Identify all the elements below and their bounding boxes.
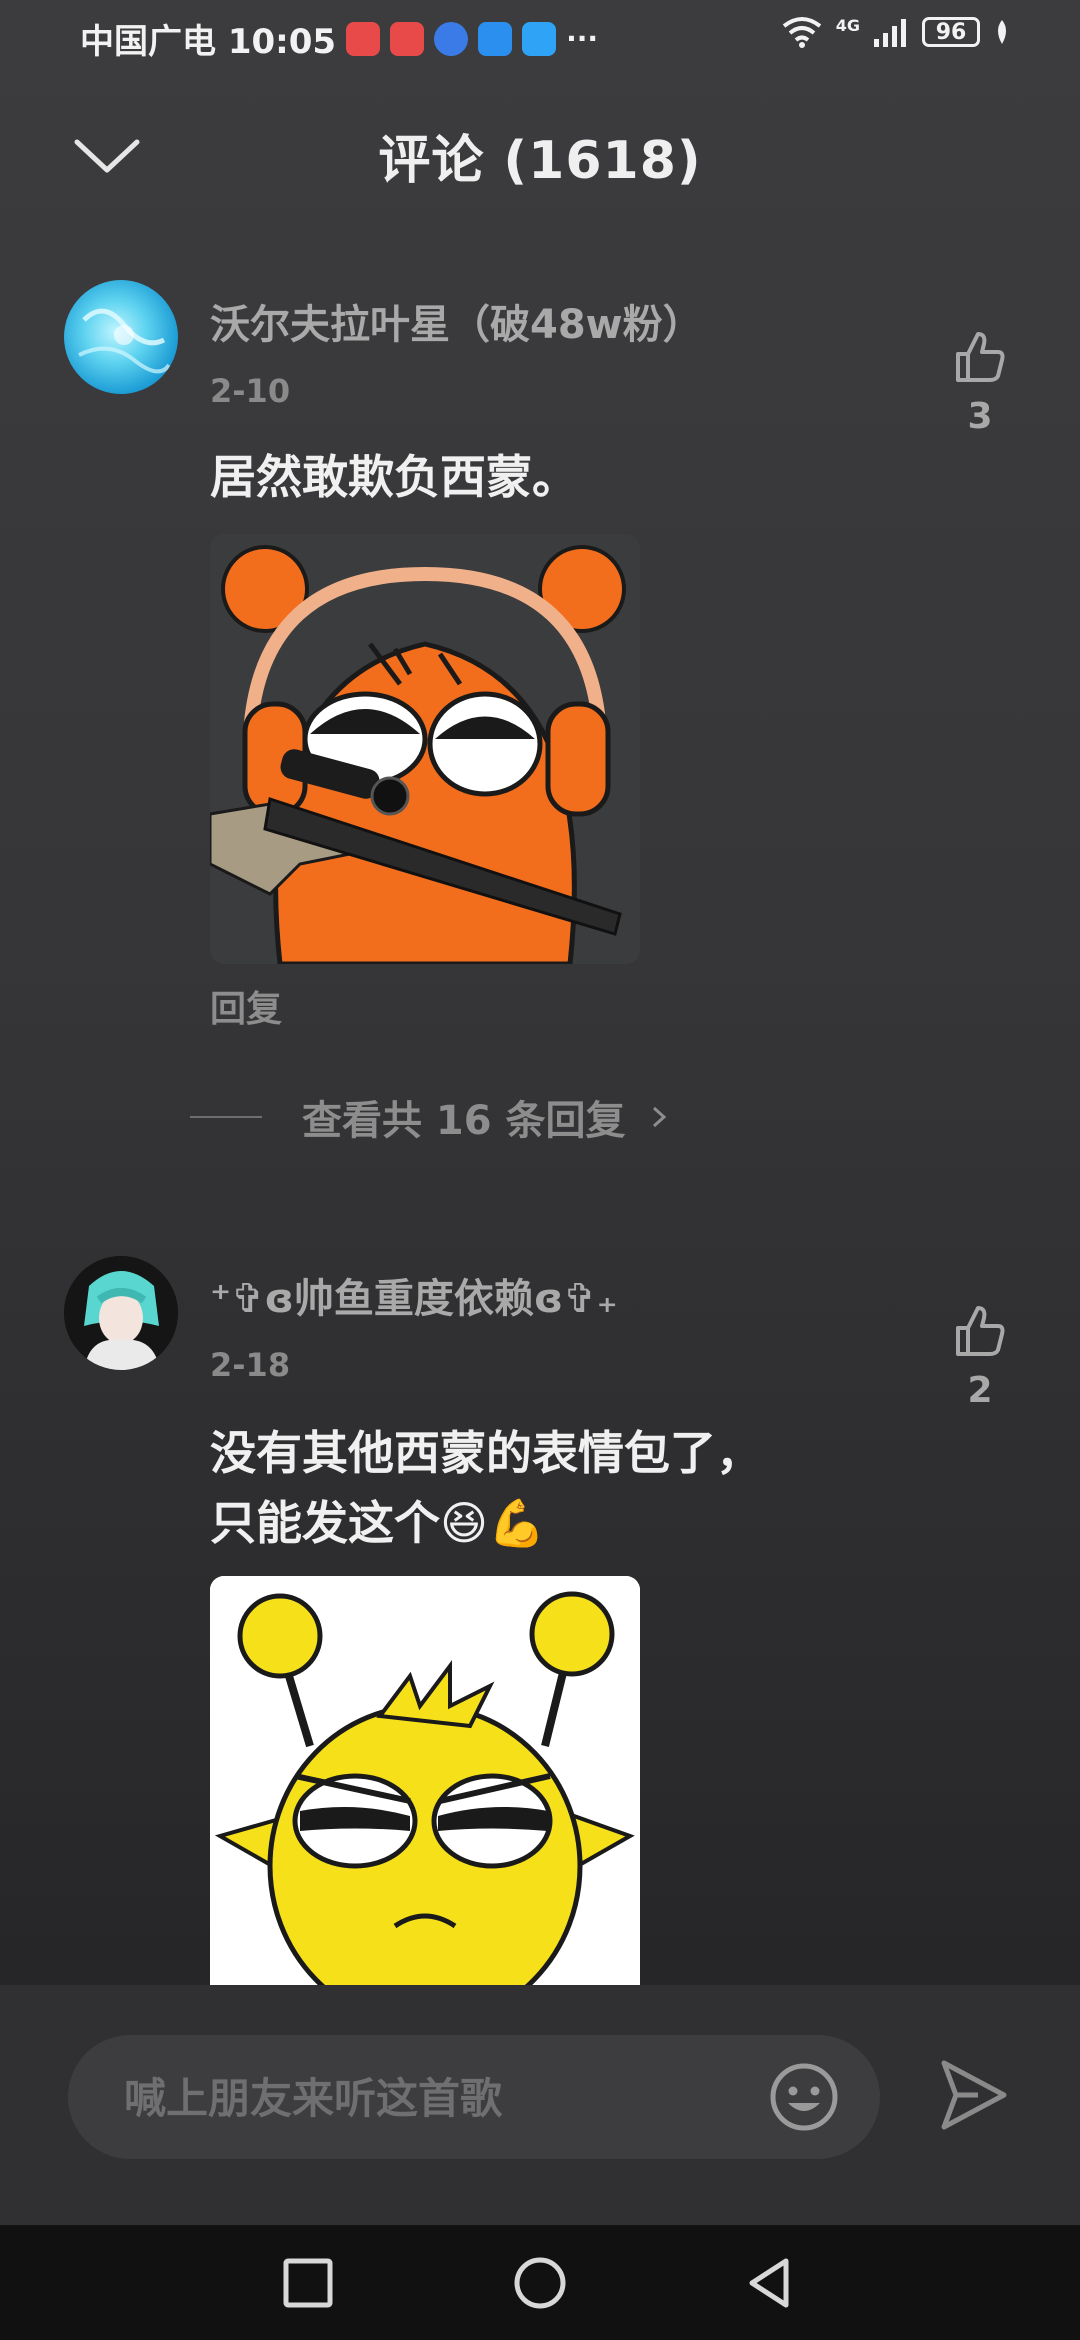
avatar[interactable] [64, 280, 178, 394]
signal-icon [874, 19, 906, 47]
comment-input-container [68, 2035, 880, 2161]
comment-sticker-image[interactable] [210, 1576, 640, 1985]
comment-text: 居然敢欺负西蒙。 [210, 442, 578, 512]
emoji-icon[interactable] [768, 2061, 840, 2133]
status-right: 4G 96 [782, 16, 1010, 48]
triangle-back-icon[interactable] [742, 2255, 798, 2311]
app-notification-icon [390, 21, 425, 56]
status-left: 中国广电 10:05 ··· [80, 14, 598, 63]
comment-username[interactable]: 沃尔夫拉叶星（破48w粉） [210, 292, 703, 350]
comment-username[interactable]: ⁺✞ɞ帅鱼重度依赖ɞ✞₊ [210, 1266, 618, 1324]
comment-text-line: 只能发这个😆💪 [210, 1496, 546, 1550]
app-notification-icon [478, 21, 513, 56]
status-bar: 中国广电 10:05 ··· 4G 96 [0, 0, 1080, 80]
comment-date: 2-10 [210, 372, 291, 410]
like-button[interactable]: 3 [940, 328, 1020, 437]
like-count: 3 [967, 396, 993, 437]
send-icon[interactable] [938, 2055, 1010, 2135]
thumbs-up-icon [956, 332, 1005, 382]
comment-input-bar [0, 1985, 1080, 2225]
thumbs-up-icon [956, 1306, 1005, 1356]
comments-header: 评论 (1618) [0, 110, 1080, 210]
chevron-right-icon [652, 1106, 666, 1128]
view-replies-button[interactable]: 查看共 16 条回复 [190, 1088, 674, 1146]
like-button[interactable]: 2 [940, 1302, 1020, 1411]
system-nav-bar [0, 2225, 1080, 2340]
like-count: 2 [967, 1370, 993, 1411]
square-icon[interactable] [280, 2255, 336, 2311]
orange-character-sticker [210, 534, 640, 964]
view-replies-label: 查看共 16 条回复 [302, 1098, 626, 1144]
yellow-character-sticker [210, 1576, 640, 1985]
comment-sticker-image[interactable] [210, 534, 640, 964]
comment-input[interactable] [122, 2035, 766, 2161]
wifi-icon [782, 17, 821, 48]
carrier-time: 中国广电 10:05 [80, 22, 337, 62]
app-notification-icon [346, 21, 381, 56]
divider-line [190, 1116, 262, 1118]
comment-text: 没有其他西蒙的表情包了， 只能发这个😆💪 [210, 1418, 762, 1558]
search-app-notification-icon [522, 21, 557, 56]
battery-level: 96 [935, 19, 967, 45]
battery-indicator: 96 [922, 17, 980, 47]
leaf-icon [998, 20, 1006, 44]
circle-icon[interactable] [512, 2255, 568, 2311]
comment-text-line: 居然敢欺负西蒙。 [210, 450, 578, 504]
browser-notification-icon [434, 21, 469, 56]
reply-button[interactable]: 回复 [210, 980, 282, 1032]
comment-date: 2-18 [210, 1346, 291, 1384]
avatar-image [78, 308, 171, 374]
page-title: 评论 (1618) [378, 131, 702, 191]
avatar-image [64, 1256, 178, 1370]
network-type: 4G [835, 15, 860, 35]
comment-text-line: 没有其他西蒙的表情包了， [210, 1426, 762, 1480]
more-notifications-icon: ··· [566, 22, 598, 55]
avatar[interactable] [64, 1256, 178, 1370]
